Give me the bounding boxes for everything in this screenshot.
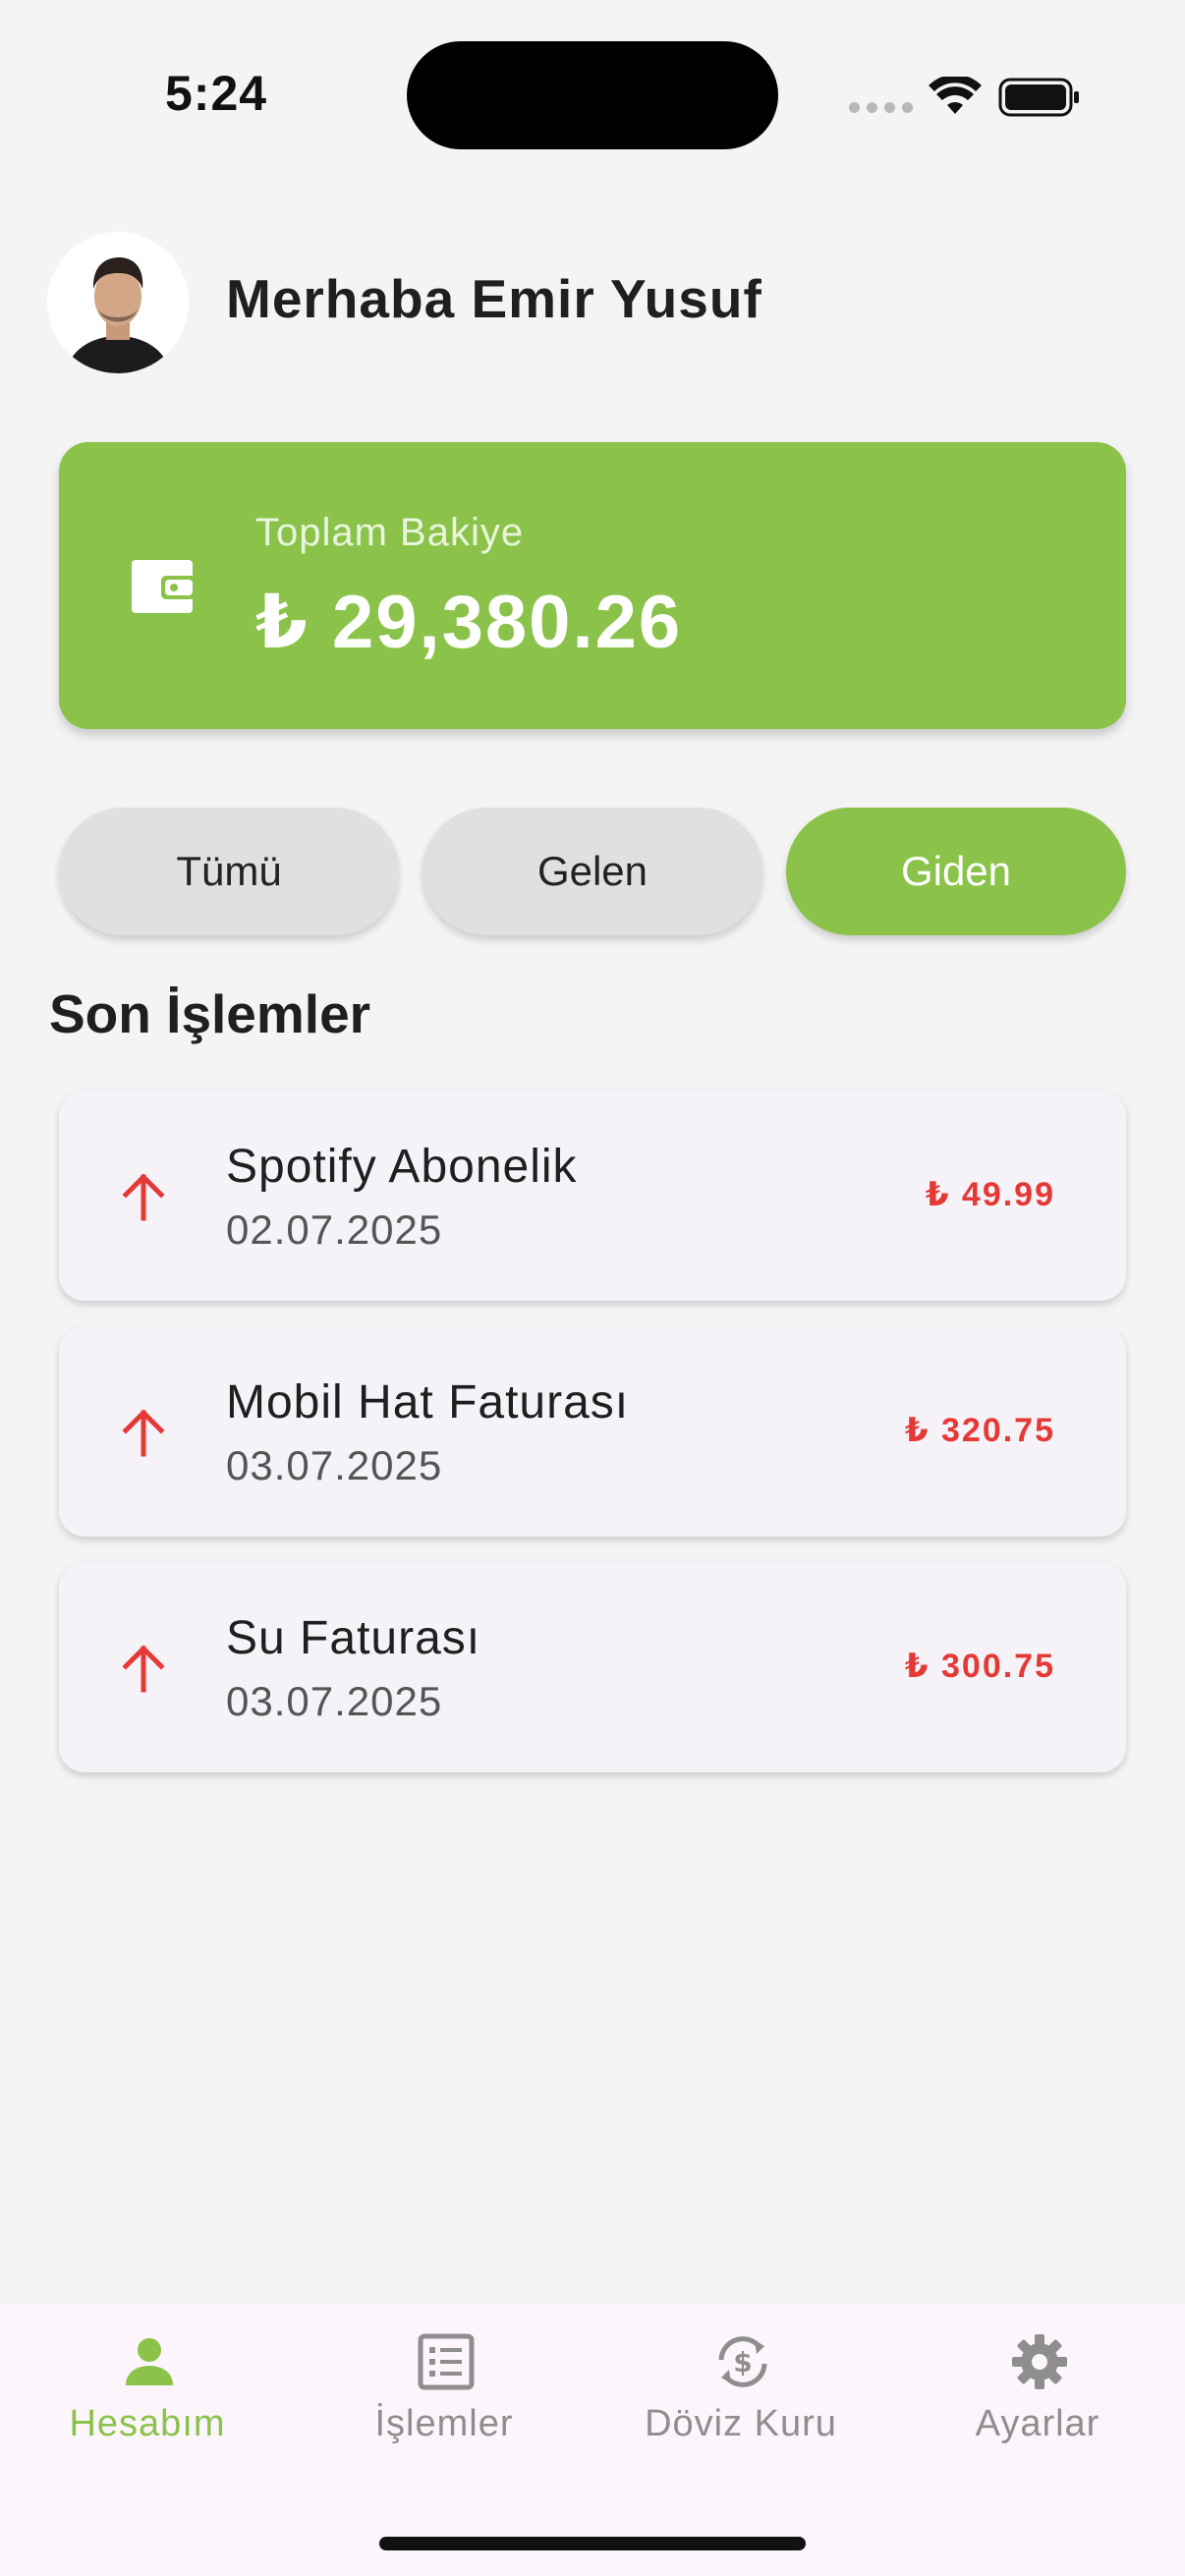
nav-item-account[interactable]: Hesabım <box>0 2305 295 2501</box>
person-icon <box>126 2338 173 2385</box>
greeting-text: Merhaba Emir Yusuf <box>226 268 762 329</box>
transaction-item[interactable]: Spotify Abonelik 02.07.2025 ₺ 49.99 <box>59 1091 1126 1301</box>
wallet-icon <box>132 560 197 613</box>
signal-dots-icon <box>849 102 913 113</box>
status-time: 5:24 <box>165 66 268 121</box>
transaction-title: Mobil Hat Faturası <box>226 1376 630 1428</box>
transaction-amount: ₺ 300.75 <box>904 1648 1055 1685</box>
arrow-up-icon <box>122 1409 165 1457</box>
arrow-up-icon <box>122 1173 165 1221</box>
nav-item-settings[interactable]: Ayarlar <box>890 2305 1185 2501</box>
home-indicator <box>379 2537 806 2550</box>
nav-label: İşlemler <box>374 2403 514 2444</box>
nav-label: Döviz Kuru <box>645 2403 837 2444</box>
battery-icon <box>998 78 1079 117</box>
balance-amount: ₺ 29,380.26 <box>255 581 683 664</box>
avatar[interactable] <box>47 232 189 373</box>
section-title: Son İşlemler <box>49 983 371 1044</box>
gear-icon <box>1012 2334 1067 2389</box>
wifi-icon <box>929 77 982 114</box>
balance-label: Toplam Bakiye <box>255 511 525 554</box>
transaction-item[interactable]: Su Faturası 03.07.2025 ₺ 300.75 <box>59 1562 1126 1772</box>
account-screen: 5:24 Merhaba Emir Yusuf Toplam Bakiye ₺ … <box>0 0 1185 2576</box>
filter-all-button[interactable]: Tümü <box>59 808 399 935</box>
transaction-amount: ₺ 49.99 <box>925 1176 1055 1213</box>
transaction-date: 03.07.2025 <box>226 1442 443 1488</box>
nav-label: Hesabım <box>69 2403 226 2444</box>
filter-outgoing-button[interactable]: Giden <box>786 808 1126 935</box>
profile-photo-icon <box>47 232 189 373</box>
dynamic-island <box>407 41 778 149</box>
bottom-navigation: Hesabım İşlemler $ Döviz Kuru Ayarlar <box>0 2305 1185 2576</box>
currency-exchange-icon: $ <box>718 2336 767 2387</box>
svg-text:$: $ <box>733 2346 752 2379</box>
arrow-up-icon <box>122 1645 165 1693</box>
transaction-title: Su Faturası <box>226 1612 481 1664</box>
transaction-amount: ₺ 320.75 <box>904 1412 1055 1449</box>
transaction-date: 02.07.2025 <box>226 1206 443 1253</box>
transaction-date: 03.07.2025 <box>226 1678 443 1724</box>
transaction-item[interactable]: Mobil Hat Faturası 03.07.2025 ₺ 320.75 <box>59 1326 1126 1537</box>
balance-card: Toplam Bakiye ₺ 29,380.26 <box>59 442 1126 729</box>
list-icon <box>418 2333 475 2390</box>
nav-label: Ayarlar <box>975 2403 1100 2444</box>
nav-item-transactions[interactable]: İşlemler <box>297 2305 592 2501</box>
filter-incoming-button[interactable]: Gelen <box>423 808 762 935</box>
transaction-title: Spotify Abonelik <box>226 1141 578 1193</box>
nav-item-exchange-rate[interactable]: $ Döviz Kuru <box>593 2305 888 2501</box>
